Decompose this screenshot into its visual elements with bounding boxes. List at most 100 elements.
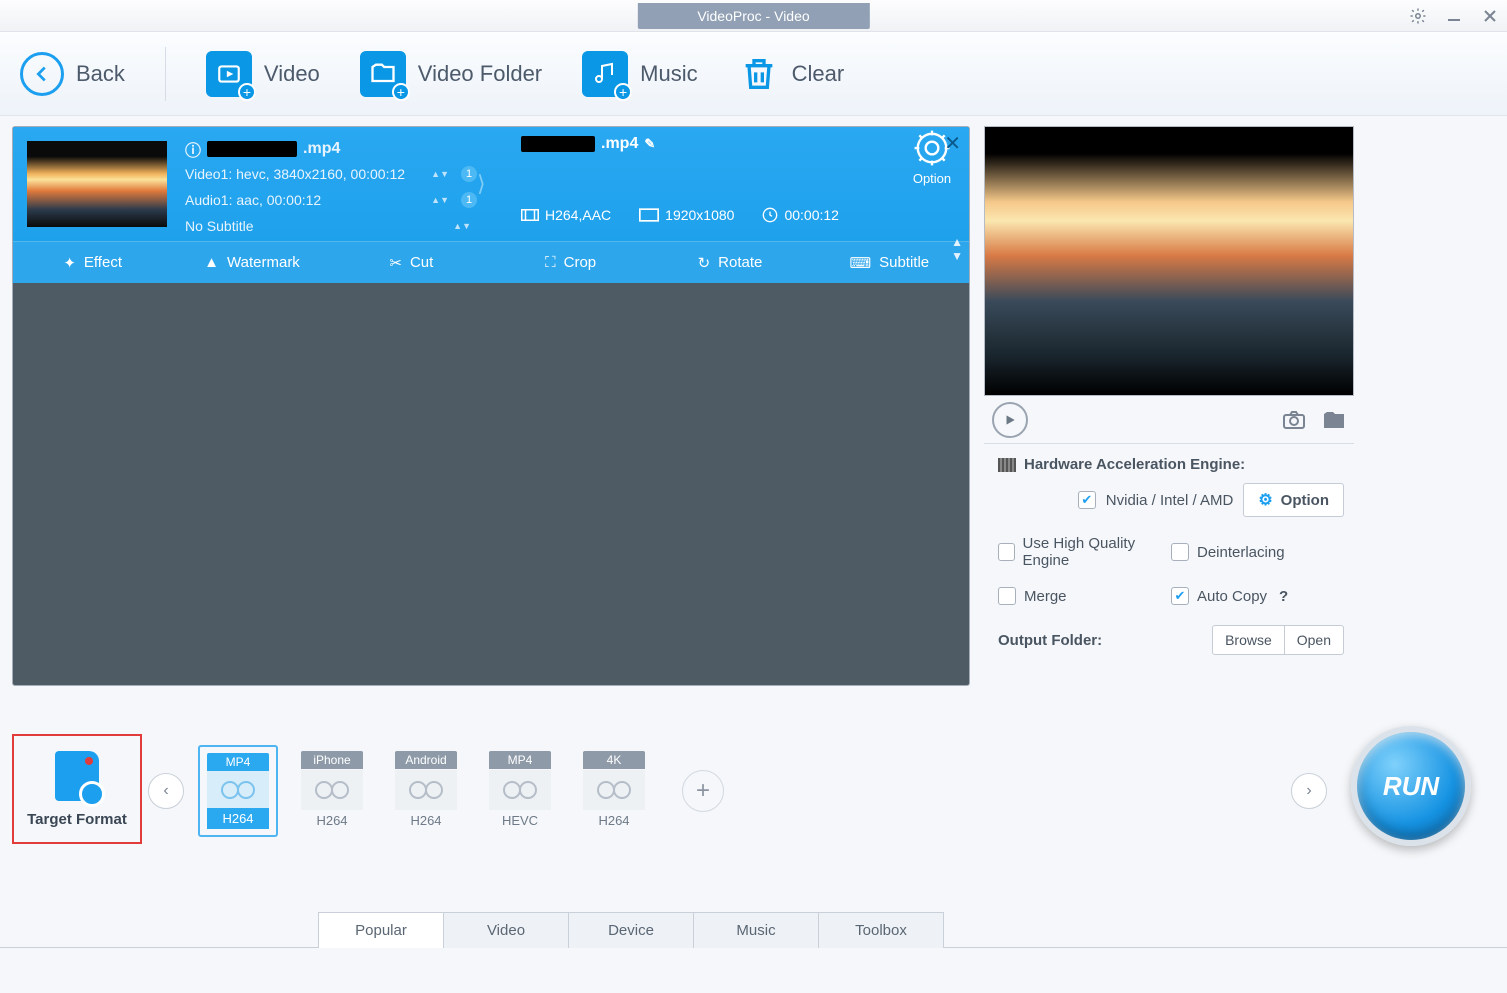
trash-icon <box>738 51 780 97</box>
file-list-panel: ✕ ⓘ.mp4 Video1: hevc, 3840x2160, 00:00:1… <box>12 126 970 686</box>
preview-pane[interactable] <box>984 126 1354 396</box>
tab-popular[interactable]: Popular <box>318 912 444 948</box>
clear-button[interactable]: Clear <box>738 51 845 97</box>
autocopy-checkbox[interactable] <box>1171 587 1189 605</box>
format-preset-4k-h264[interactable]: 4K H264 <box>574 745 654 837</box>
close-icon[interactable] <box>1481 7 1499 25</box>
format-preset-iphone-h264[interactable]: iPhone H264 <box>292 745 372 837</box>
tab-music[interactable]: Music <box>693 912 819 948</box>
tab-device[interactable]: Device <box>568 912 694 948</box>
format-reel-icon <box>301 770 363 810</box>
format-bot-label: H264 <box>301 810 363 831</box>
bottom-panel: Target Format ‹ MP4 H264iPhone H264Andro… <box>0 686 1507 976</box>
folder-icon: + <box>360 51 406 97</box>
format-preset-mp4-h264[interactable]: MP4 H264 <box>198 745 278 837</box>
format-reel-icon <box>207 771 269 808</box>
add-folder-label: Video Folder <box>418 61 542 87</box>
formats-prev-button[interactable]: ‹ <box>148 773 184 809</box>
add-music-label: Music <box>640 61 697 87</box>
deinterlace-checkbox[interactable] <box>1171 543 1189 561</box>
tab-video[interactable]: Video <box>443 912 569 948</box>
subtitle-button[interactable]: ⌨ Subtitle <box>810 242 969 283</box>
output-file-ext: .mp4 <box>601 135 638 153</box>
open-button[interactable]: Open <box>1285 625 1344 655</box>
add-folder-button[interactable]: + Video Folder <box>360 51 542 97</box>
high-quality-checkbox[interactable] <box>998 543 1015 561</box>
effect-button[interactable]: ✦ Effect <box>13 242 172 283</box>
snapshot-icon[interactable] <box>1282 410 1306 430</box>
chip-icon <box>998 458 1016 472</box>
output-filename-redacted <box>521 136 595 152</box>
format-top-label: Android <box>395 751 457 769</box>
target-format-button[interactable]: Target Format <box>12 734 142 844</box>
browse-button[interactable]: Browse <box>1212 625 1285 655</box>
subtitle-info: No Subtitle <box>185 218 253 234</box>
output-folder-label: Output Folder: <box>998 632 1102 649</box>
output-duration: 00:00:12 <box>762 207 839 223</box>
watermark-button[interactable]: ▲ Watermark <box>172 242 331 283</box>
add-format-button[interactable]: + <box>682 770 724 812</box>
merge-checkbox[interactable] <box>998 587 1016 605</box>
window-title: VideoProc - Video <box>637 3 869 29</box>
add-music-button[interactable]: + Music <box>582 51 697 97</box>
music-icon: + <box>582 51 628 97</box>
hw-vendor-label: Nvidia / Intel / AMD <box>1106 492 1234 509</box>
output-codec: H264,AAC <box>521 207 611 223</box>
edit-toolbar: ✦ Effect ▲ Watermark ✂ Cut ⛶ Crop ↻ Rota… <box>13 241 969 283</box>
file-card[interactable]: ✕ ⓘ.mp4 Video1: hevc, 3840x2160, 00:00:1… <box>13 127 969 283</box>
titlebar: VideoProc - Video <box>0 0 1507 32</box>
subtitle-spinner[interactable]: ▲▼ <box>453 221 471 231</box>
play-button[interactable] <box>992 402 1028 438</box>
format-strip: ‹ MP4 H264iPhone H264Android H264MP4 HEV… <box>148 732 1327 850</box>
input-file-ext: .mp4 <box>303 140 340 158</box>
cut-button[interactable]: ✂ Cut <box>332 242 491 283</box>
tab-toolbox[interactable]: Toolbox <box>818 912 944 948</box>
format-top-label: MP4 <box>207 753 269 771</box>
toolbar: Back + Video + Video Folder + Music Clea… <box>0 32 1507 116</box>
remove-file-icon[interactable]: ✕ <box>944 131 961 156</box>
settings-icon[interactable] <box>1409 7 1427 25</box>
gear-icon: ⚙ <box>1258 490 1272 510</box>
arrow-separator: ⟩ <box>477 171 497 197</box>
format-preset-android-h264[interactable]: Android H264 <box>386 745 466 837</box>
high-quality-label: Use High Quality Engine <box>1023 535 1171 569</box>
format-top-label: MP4 <box>489 751 551 769</box>
minimize-icon[interactable] <box>1445 7 1463 25</box>
format-bot-label: HEVC <box>489 810 551 831</box>
codec-option-label: Option <box>911 171 953 186</box>
deinterlace-label: Deinterlacing <box>1197 544 1285 561</box>
input-filename-redacted <box>207 141 297 157</box>
merge-label: Merge <box>1024 588 1067 605</box>
video-stream-spinner[interactable]: ▲▼ <box>431 169 449 179</box>
format-top-label: iPhone <box>301 751 363 769</box>
hw-vendor-checkbox[interactable] <box>1078 491 1096 509</box>
back-arrow-icon <box>20 52 64 96</box>
file-nav-arrows[interactable]: ▲▼ <box>951 235 963 263</box>
format-bot-label: H264 <box>583 810 645 831</box>
help-icon[interactable]: ? <box>1279 588 1288 605</box>
video-thumbnail[interactable] <box>27 141 167 227</box>
audio-stream-badge: 1 <box>461 192 477 208</box>
audio-stream-spinner[interactable]: ▲▼ <box>431 195 449 205</box>
rename-icon[interactable]: ✎ <box>644 136 655 152</box>
audio-stream-info: Audio1: aac, 00:00:12 <box>185 192 321 208</box>
formats-next-button[interactable]: › <box>1291 773 1327 809</box>
open-folder-icon[interactable] <box>1322 410 1346 430</box>
rotate-button[interactable]: ↻ Rotate <box>650 242 809 283</box>
add-video-label: Video <box>264 61 320 87</box>
format-reel-icon <box>395 770 457 810</box>
info-icon[interactable]: ⓘ <box>185 137 201 161</box>
video-stream-badge: 1 <box>461 166 477 182</box>
format-preset-mp4-hevc[interactable]: MP4 HEVC <box>480 745 560 837</box>
video-icon: + <box>206 51 252 97</box>
format-bot-label: H264 <box>207 808 269 829</box>
sidebar: Hardware Acceleration Engine: Nvidia / I… <box>984 126 1354 686</box>
run-button[interactable]: RUN <box>1351 726 1471 846</box>
format-top-label: 4K <box>583 751 645 769</box>
hw-option-button[interactable]: ⚙Option <box>1243 483 1344 517</box>
crop-button[interactable]: ⛶ Crop <box>491 242 650 283</box>
back-button[interactable]: Back <box>20 52 125 96</box>
add-video-button[interactable]: + Video <box>206 51 320 97</box>
format-bot-label: H264 <box>395 810 457 831</box>
format-reel-icon <box>489 770 551 810</box>
